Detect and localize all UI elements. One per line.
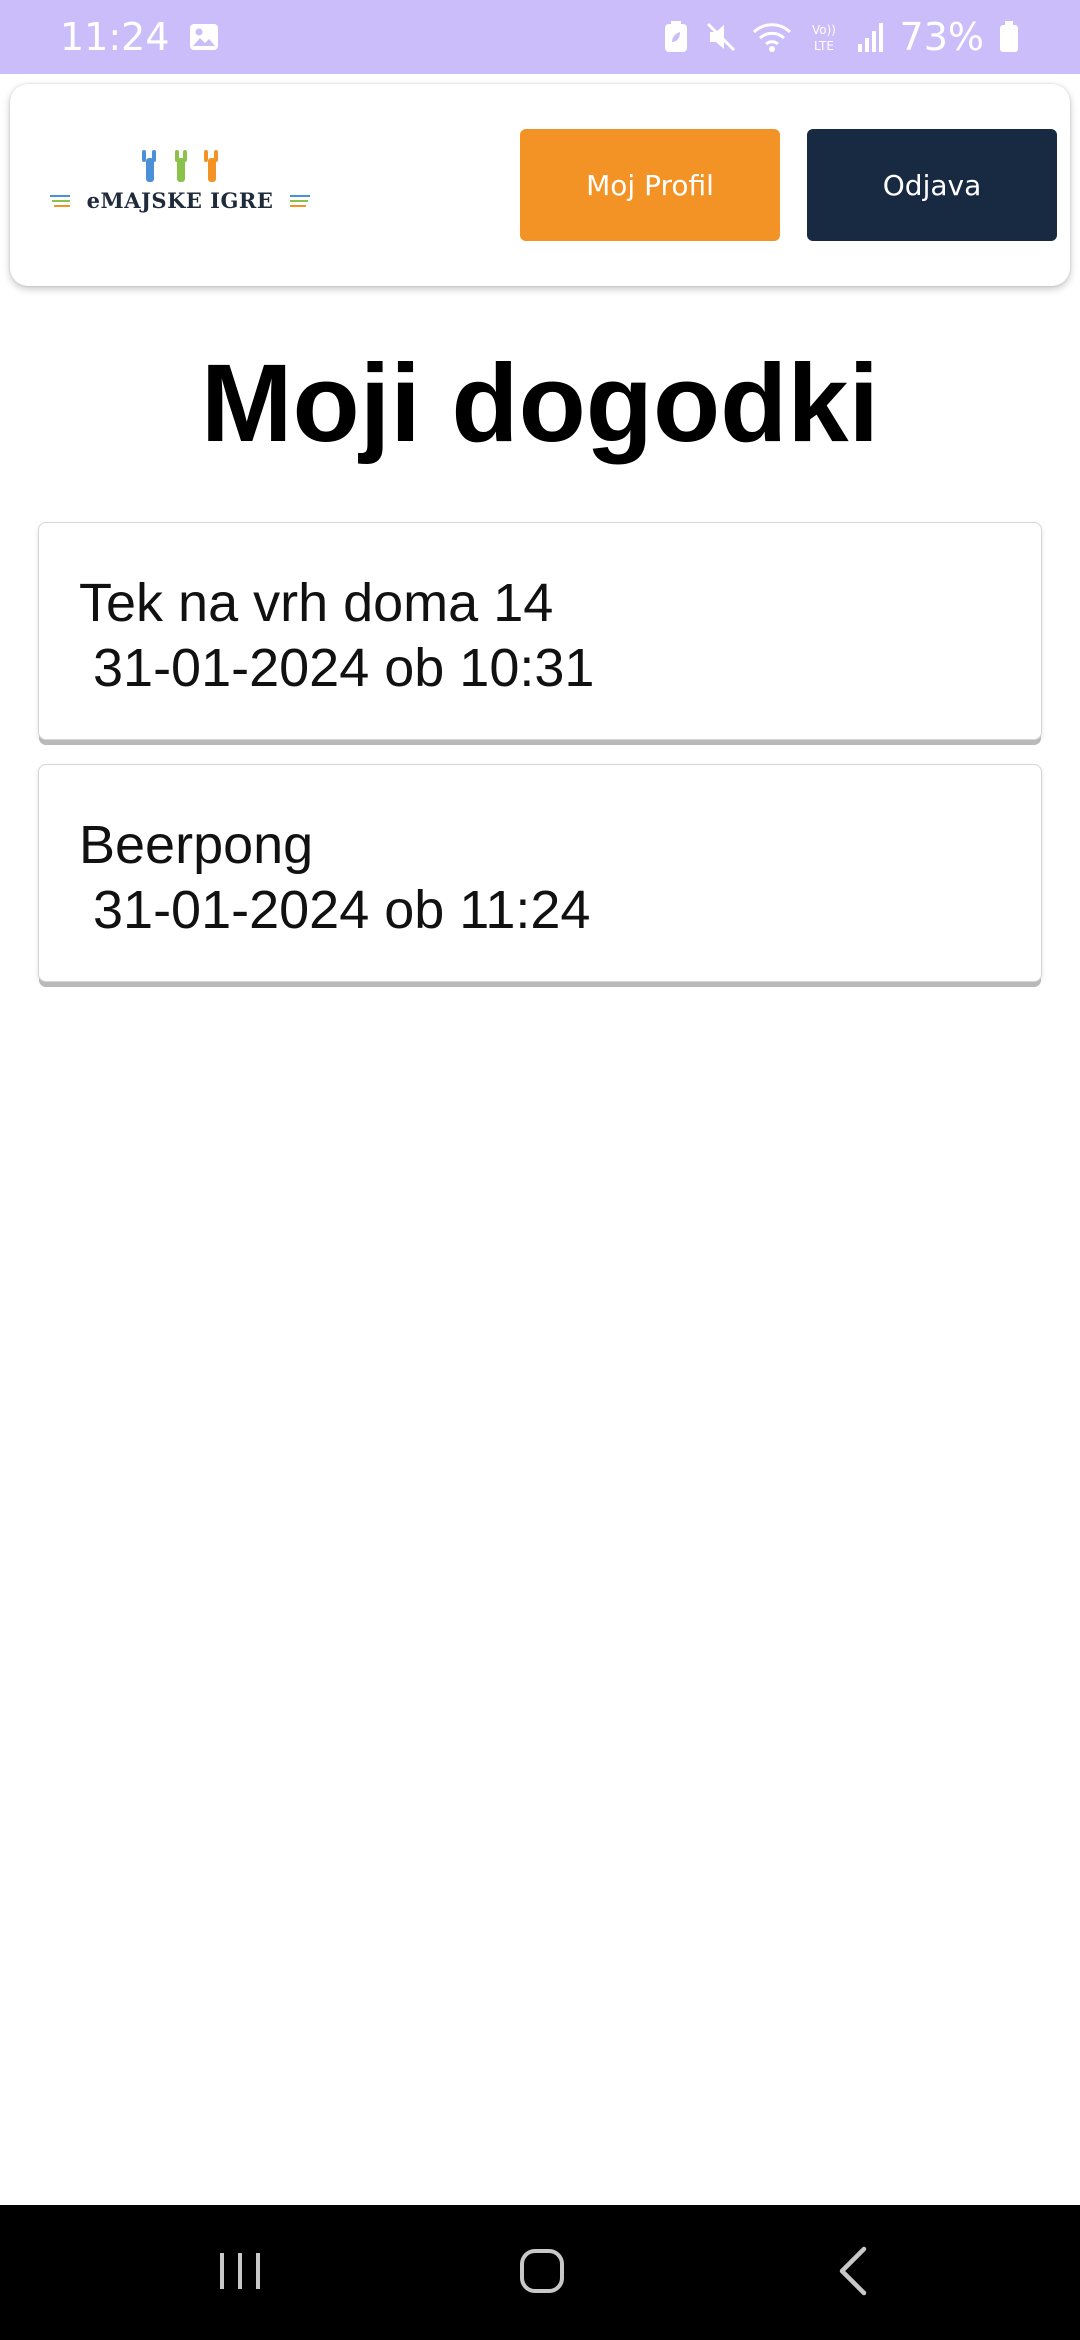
volte-icon: Vo)) LTE [806, 20, 842, 54]
app-header: eMAJSKE IGRE Moj Profil Odjava [10, 84, 1070, 286]
home-icon[interactable] [514, 2243, 570, 2304]
events-list: Tek na vrh doma 14 31-01-2024 ob 10:31 B… [38, 522, 1042, 1006]
status-bar-left: 11:24 [60, 15, 220, 59]
app-logo[interactable]: eMAJSKE IGRE [50, 148, 310, 228]
event-card[interactable]: Beerpong 31-01-2024 ob 11:24 [38, 764, 1042, 982]
event-datetime: 31-01-2024 ob 11:24 [93, 880, 591, 940]
logout-button[interactable]: Odjava [807, 129, 1057, 241]
mute-icon [704, 20, 738, 54]
event-name: Tek na vrh doma 14 [79, 573, 554, 633]
hands-logo-icon [134, 148, 230, 189]
svg-text:Vo)): Vo)) [812, 23, 836, 37]
wifi-icon [752, 20, 792, 54]
svg-text:LTE: LTE [814, 39, 834, 53]
back-icon[interactable] [826, 2243, 882, 2304]
system-navigation-bar [0, 2205, 1080, 2340]
page-title: Moji dogodki [200, 342, 880, 465]
event-datetime: 31-01-2024 ob 10:31 [93, 638, 595, 698]
signal-icon [856, 20, 886, 54]
battery-saver-icon [662, 20, 690, 54]
status-time: 11:24 [60, 15, 170, 59]
gallery-icon [188, 21, 220, 53]
recent-apps-icon[interactable] [212, 2243, 268, 2304]
battery-icon [998, 20, 1020, 54]
my-profile-button[interactable]: Moj Profil [520, 129, 780, 241]
event-name: Beerpong [79, 815, 314, 875]
status-bar: 11:24 Vo)) LTE 73% [0, 0, 1080, 74]
logo-text: eMAJSKE IGRE [86, 188, 274, 213]
battery-percentage: 73% [899, 15, 984, 59]
event-card[interactable]: Tek na vrh doma 14 31-01-2024 ob 10:31 [38, 522, 1042, 740]
status-bar-right: Vo)) LTE 73% [662, 15, 1020, 59]
